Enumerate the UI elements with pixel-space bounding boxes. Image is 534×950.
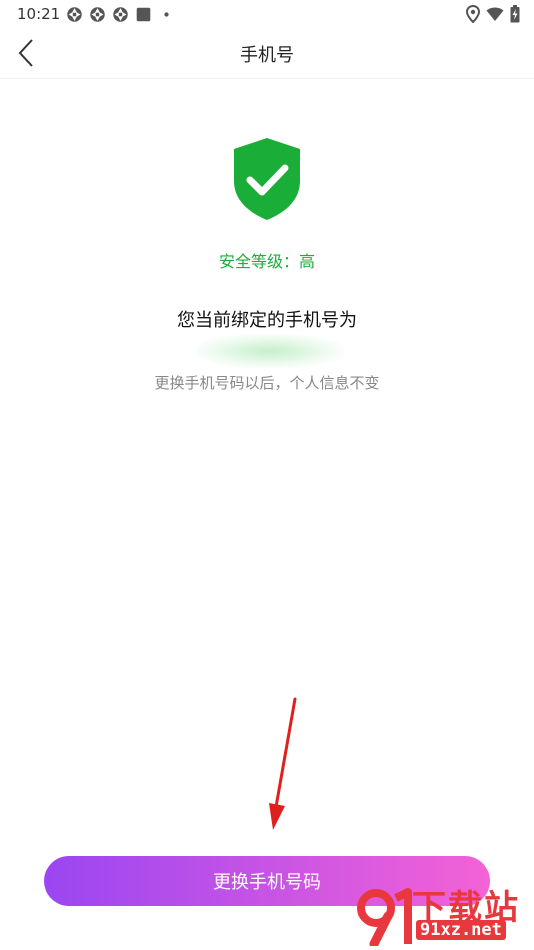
location-icon <box>466 5 480 23</box>
watermark-url: 91xz.net <box>416 920 506 940</box>
wifi-icon <box>486 7 504 21</box>
change-hint-text: 更换手机号码以后，个人信息不变 <box>154 374 380 392</box>
status-bar: 10:21 <box>0 0 534 28</box>
status-time: 10:21 <box>17 5 61 23</box>
notification-icons <box>66 6 175 23</box>
site-watermark: 下载站 91xz.net <box>352 880 528 946</box>
system-icons <box>466 5 520 23</box>
masked-phone-number <box>196 334 344 368</box>
aperture-icon <box>67 7 82 22</box>
square-notification-icon <box>136 7 151 22</box>
page-title: 手机号 <box>240 45 294 66</box>
battery-charging-icon <box>510 5 520 23</box>
annotation-arrow-icon <box>269 697 297 830</box>
header: 手机号 <box>0 28 534 79</box>
aperture-icon <box>90 7 105 22</box>
shield-check-icon <box>234 138 300 220</box>
dot-icon <box>164 12 169 17</box>
security-level-text: 安全等级：高 <box>218 252 315 271</box>
watermark-logo <box>357 888 412 946</box>
aperture-icon <box>113 7 128 22</box>
bound-phone-label: 您当前绑定的手机号为 <box>177 310 357 331</box>
